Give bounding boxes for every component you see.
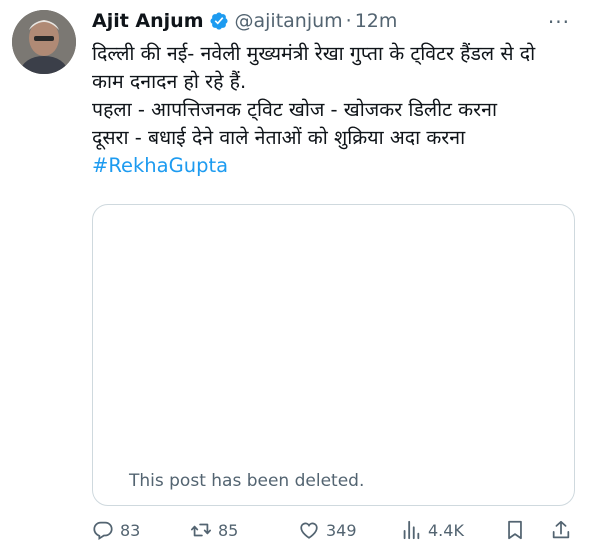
repost-count: 85: [218, 520, 239, 540]
quoted-post-card[interactable]: This post has been deleted.: [92, 204, 575, 506]
verified-badge-icon: [209, 11, 229, 31]
author-name[interactable]: Ajit Anjum: [92, 10, 204, 32]
deleted-post-message: This post has been deleted.: [129, 471, 365, 491]
like-count: 349: [326, 520, 357, 540]
more-icon[interactable]: ···: [548, 10, 570, 34]
repost-icon: [190, 523, 212, 537]
views-icon: [403, 520, 420, 540]
tweet-text: दिल्ली की नई- नवेली मुख्यमंत्री रेखा गुप…: [92, 40, 580, 180]
bookmark-icon: [508, 520, 522, 540]
like-button[interactable]: 349: [298, 519, 357, 541]
tweet-header: Ajit Anjum @ajitanjum · 12m ···: [92, 8, 570, 34]
bookmark-button[interactable]: [504, 519, 532, 541]
reply-count: 83: [120, 520, 141, 540]
share-button[interactable]: [550, 519, 578, 541]
tweet-text-line: दिल्ली की नई- नवेली मुख्यमंत्री रेखा गुप…: [92, 42, 536, 65]
author-handle[interactable]: @ajitanjum: [235, 10, 343, 32]
repost-button[interactable]: 85: [190, 519, 238, 541]
reply-icon: [93, 521, 113, 541]
reply-button[interactable]: 83: [92, 519, 140, 541]
share-icon: [552, 520, 570, 539]
action-bar: 83 85 349 4.4K: [92, 516, 580, 544]
post-time[interactable]: 12m: [355, 10, 398, 32]
like-icon: [300, 522, 318, 539]
tweet-text-line: पहला - आपत्तिजनक ट्विट खोज - खोजकर डिलीट…: [92, 98, 498, 121]
separator: ·: [345, 10, 352, 32]
views-button[interactable]: 4.4K: [400, 519, 464, 541]
tweet-text-line: दूसरा - बधाई देने वाले नेताओं को शुक्रिय…: [92, 126, 466, 149]
tweet-text-line: काम दनादन हो रहे हैं.: [92, 70, 247, 93]
views-count: 4.4K: [428, 520, 464, 540]
hashtag-link[interactable]: #RekhaGupta: [92, 152, 580, 180]
author-avatar[interactable]: [12, 10, 76, 74]
